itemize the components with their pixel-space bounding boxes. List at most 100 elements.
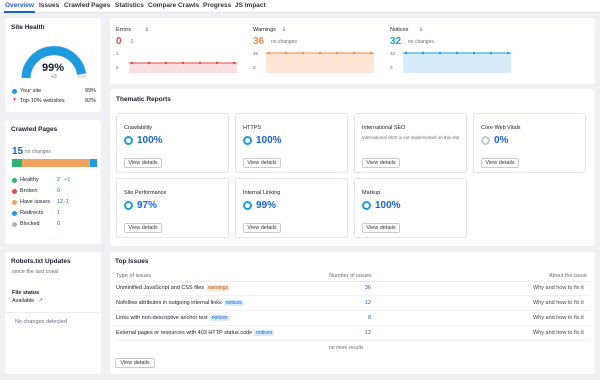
- thematic-view-details-button[interactable]: View details: [124, 223, 162, 233]
- thematic-report-tile: Internal Linking 99% View details: [235, 178, 348, 238]
- status-dot: [12, 211, 17, 216]
- info-icon: ℹ: [283, 27, 285, 33]
- issue-count[interactable]: 12: [363, 330, 371, 336]
- crawled-row-label: Healthy: [20, 177, 39, 183]
- issue-row-divider: [115, 325, 590, 326]
- why-fix-link[interactable]: Why and how to fix it: [533, 315, 584, 321]
- thematic-report-tile: Markup 100% View details: [354, 178, 467, 238]
- robots-no-changes: No changes detected: [15, 319, 67, 325]
- thematic-report-name: Markup: [362, 190, 381, 196]
- thematic-report-name: Internal Linking: [243, 190, 281, 196]
- thematic-view-details-button[interactable]: View details: [243, 158, 281, 168]
- robots-card: Robots.txt Updates since the last crawl …: [5, 252, 101, 374]
- your-site-dot: [12, 89, 17, 94]
- thematic-view-details-button[interactable]: View details: [243, 223, 281, 233]
- thematic-report-tile: International SEO International SEO is no…: [354, 113, 467, 173]
- thematic-reports-card: Thematic Reports Crawlability 100% View de…: [110, 89, 595, 246]
- thematic-report-name: International SEO: [362, 125, 406, 131]
- metric-label: Warnings: [253, 27, 277, 33]
- thematic-report-score: 0%: [494, 135, 509, 146]
- crawled-row-label: Broken: [20, 188, 38, 194]
- why-fix-link[interactable]: Why and how to fix it: [533, 300, 584, 306]
- thematic-report-name: HTTPS: [243, 125, 262, 131]
- issue-text: Links with non-descriptive anchor text: [116, 315, 208, 321]
- site-health-score: 99%: [42, 62, 65, 74]
- thematic-view-details-button[interactable]: View details: [362, 223, 400, 233]
- issues-header-divider: [115, 281, 590, 282]
- metric-sparkline: [129, 61, 237, 73]
- tab-bar: Overview Issues Crawled Pages Statistics…: [0, 0, 600, 13]
- issue-name[interactable]: Nofollow attributes in outgoing internal…: [116, 300, 244, 306]
- thematic-report-score: 100%: [375, 200, 401, 211]
- thematic-view-details-button[interactable]: View details: [362, 158, 400, 168]
- crawled-row-value[interactable]: 12: [57, 199, 63, 205]
- metric-value[interactable]: 0: [116, 36, 122, 47]
- thematic-report-score: 100%: [256, 135, 282, 146]
- robots-since: since the last crawl: [12, 269, 59, 275]
- thematic-report-name: Site Performance: [124, 190, 167, 196]
- issue-count[interactable]: 36: [363, 285, 371, 291]
- issue-row-divider: [115, 340, 590, 341]
- notice-badge: notices: [223, 300, 244, 306]
- score-ring-icon: [362, 201, 371, 210]
- col-number-header: Number of issues: [329, 273, 372, 279]
- site-health-delta: +3: [51, 74, 57, 80]
- crawled-row-value[interactable]: 1: [57, 210, 60, 216]
- thematic-report-score: 99%: [256, 200, 277, 211]
- issue-name[interactable]: Links with non-descriptive anchor text no…: [116, 315, 230, 321]
- metric-sparkline: [266, 51, 374, 73]
- issue-count[interactable]: 8: [363, 315, 371, 321]
- thematic-report-name: Core Web Vitals: [481, 125, 521, 131]
- issue-text: External pages or resources with 403 HTT…: [116, 330, 253, 336]
- thematic-report-tile: Core Web Vitals 0% View details: [473, 113, 586, 173]
- robots-divider: [5, 312, 101, 313]
- issue-name[interactable]: Unminified JavaScript and CSS files warni…: [116, 285, 231, 291]
- issue-count[interactable]: 12: [363, 300, 371, 306]
- tab-crawled-pages[interactable]: Crawled Pages: [64, 2, 110, 9]
- score-ring-icon: [124, 136, 133, 145]
- thematic-reports-title: Thematic Reports: [116, 96, 171, 103]
- file-status-label: File status: [12, 290, 40, 296]
- metric-axis-min: 0: [390, 65, 393, 70]
- crawled-row-label: Blocked: [20, 221, 40, 227]
- tab-issues[interactable]: Issues: [39, 2, 59, 9]
- metric-value[interactable]: 32: [390, 36, 401, 47]
- status-dot: [12, 200, 17, 205]
- tab-overview[interactable]: Overview: [5, 2, 34, 9]
- status-dot: [12, 189, 17, 194]
- external-link-icon[interactable]: ↗: [38, 297, 43, 304]
- issue-name[interactable]: External pages or resources with 403 HTT…: [116, 330, 275, 336]
- thematic-report-note: International SEO is not implemented on …: [362, 135, 460, 140]
- crawled-row-delta: -1: [64, 199, 69, 205]
- top-websites-label: Top-10% websites: [20, 98, 65, 104]
- crawled-row-value[interactable]: 0: [57, 221, 60, 227]
- crawled-row-delta: +1: [64, 177, 71, 183]
- warning-badge: warnings: [206, 285, 231, 291]
- crawled-pages-count[interactable]: 15: [12, 146, 23, 157]
- thematic-report-tile: HTTPS 100% View details: [235, 113, 348, 173]
- tab-compare-crawls[interactable]: Compare Crawls: [148, 2, 199, 9]
- metrics-card: Errors ℹ 0 -1 1 0 Warnings ℹ 36 no changes 36 0 Noti…: [110, 18, 595, 84]
- thematic-report-name: Crawlability: [124, 125, 153, 131]
- thematic-report-tile: Crawlability 100% View details: [116, 113, 229, 173]
- metric-value[interactable]: 36: [253, 36, 264, 47]
- crawled-pages-bar: [12, 159, 97, 167]
- crawled-row-value[interactable]: 0: [57, 188, 60, 194]
- issue-text: Unminified JavaScript and CSS files: [116, 285, 205, 291]
- your-site-label: Your site: [20, 88, 42, 94]
- score-ring-icon: [481, 136, 490, 145]
- crawled-pages-card: Crawled Pages 15 no changes Healthy 2 +1 Br…: [5, 120, 101, 244]
- crawled-row-value[interactable]: 2: [57, 177, 60, 183]
- why-fix-link[interactable]: Why and how to fix it: [533, 285, 584, 291]
- tab-progress[interactable]: Progress: [203, 2, 231, 9]
- col-type-header: Type of issues: [116, 273, 152, 279]
- metric-axis-min: 0: [253, 65, 256, 70]
- tab-statistics[interactable]: Statistics: [115, 2, 144, 9]
- tab-js-impact[interactable]: JS Impact: [235, 2, 266, 9]
- top-issues-view-details-button[interactable]: View details: [115, 358, 155, 368]
- metric-label: Notices: [390, 27, 409, 33]
- thematic-view-details-button[interactable]: View details: [481, 158, 519, 168]
- info-icon: ℹ: [146, 27, 148, 33]
- why-fix-link[interactable]: Why and how to fix it: [533, 330, 584, 336]
- thematic-view-details-button[interactable]: View details: [124, 158, 162, 168]
